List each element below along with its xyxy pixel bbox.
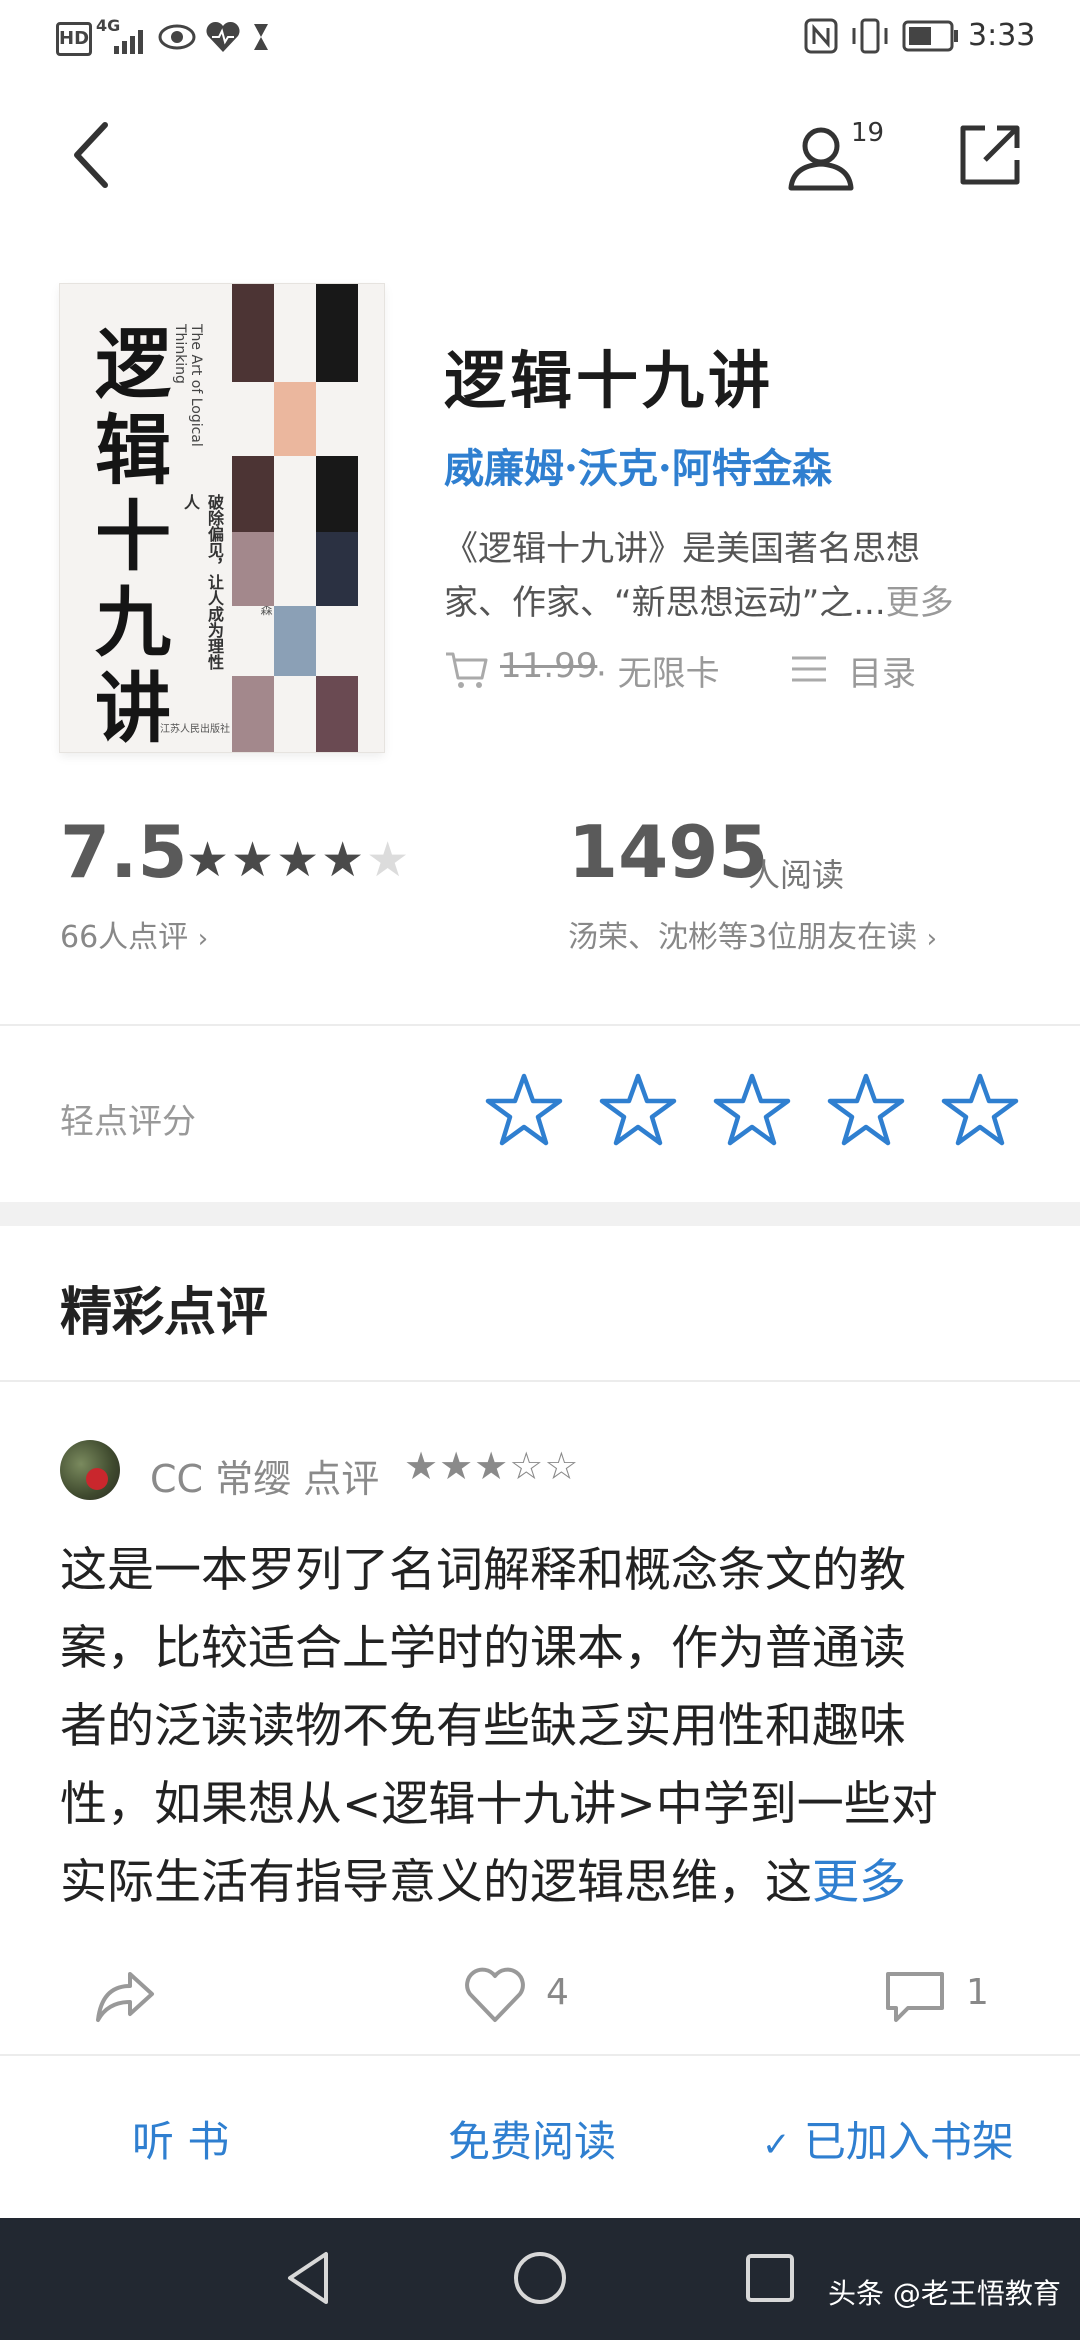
comment-count: 1	[966, 1972, 989, 2013]
shelf-button[interactable]: ✓ 已加入书架	[762, 2108, 1014, 2169]
hourglass-icon	[254, 24, 268, 50]
friends-reading-button[interactable]: 19	[785, 118, 885, 198]
rate-star-2-icon[interactable]	[598, 1070, 678, 1150]
description-more-link[interactable]: 更多	[886, 583, 954, 623]
star-filled-icon: ★	[186, 832, 232, 888]
review-line: 者的泛读读物不免有些缺乏实用性和趣味	[60, 1699, 906, 1754]
cover-block	[232, 456, 274, 532]
star-filled-icon: ★	[474, 1444, 510, 1488]
section-separator	[0, 1202, 1080, 1226]
tap-to-rate-label: 轻点评分	[60, 1102, 196, 1142]
cart-icon[interactable]	[444, 650, 488, 690]
share-icon[interactable]	[955, 120, 1025, 190]
friends-reading-link[interactable]: 汤荣、沈彬等3位朋友在读 ›	[568, 912, 937, 956]
chevron-right-icon: ›	[197, 924, 209, 954]
cover-title-char: 九	[95, 578, 171, 667]
free-read-button[interactable]: 免费阅读	[448, 2108, 616, 2169]
star-empty-icon: ☆	[544, 1444, 580, 1488]
star-filled-icon: ★	[404, 1444, 440, 1488]
cover-title-char: 十	[95, 492, 171, 581]
rating-stars: ★★★★★	[186, 832, 411, 888]
cover-publisher: 江苏人民出版社	[160, 724, 230, 735]
book-cover[interactable]: 逻 辑 十 九 讲 The Art of Logical Thinking 破除…	[60, 284, 384, 752]
description-line: 家、作家、“新思想运动”之...	[444, 583, 886, 623]
ratings-count-link[interactable]: 66人点评 ›	[60, 912, 208, 956]
review-line: 这是一本罗列了名词解释和概念条文的教	[60, 1543, 906, 1598]
review-more-link[interactable]: 更多	[812, 1855, 906, 1910]
review-line: 实际生活有指导意义的逻辑思维，这	[60, 1855, 812, 1910]
author-link[interactable]: 威廉姆·沃克·阿特金森	[444, 436, 832, 494]
cover-block	[316, 284, 358, 382]
star-filled-icon: ★	[231, 832, 277, 888]
cover-block	[316, 456, 358, 532]
readers-label: 人阅读	[748, 856, 845, 894]
nav-home-icon[interactable]	[510, 2248, 570, 2308]
cover-block	[232, 284, 274, 382]
share-review-icon[interactable]	[90, 1960, 160, 2030]
description-line: 《逻辑十九讲》是美国著名思想	[444, 529, 920, 569]
friends-count: 19	[851, 118, 885, 148]
eye-icon	[158, 24, 196, 50]
book-title: 逻辑十九讲	[444, 344, 775, 417]
divider	[0, 1024, 1080, 1026]
cover-block	[274, 606, 316, 676]
toc-link[interactable]: 目录	[848, 646, 916, 695]
review-line: 案，比较适合上学时的课本，作为普通读	[60, 1621, 906, 1676]
comment-icon[interactable]	[880, 1960, 950, 2030]
hd-icon: HD	[56, 22, 92, 56]
back-button[interactable]	[55, 115, 125, 195]
watermark: 头条 @老王悟教育	[828, 2277, 1061, 2310]
menu-icon[interactable]	[790, 654, 828, 684]
reviewer-line: CC 常缨 点评	[150, 1448, 379, 1503]
clock: 3:33	[968, 18, 1036, 53]
nav-back-icon[interactable]	[282, 2248, 338, 2308]
check-icon: ✓	[762, 2125, 791, 2165]
cover-block	[232, 676, 274, 752]
cover-block	[316, 676, 358, 752]
review-action-label: 点评	[303, 1457, 380, 1501]
battery-icon	[902, 20, 958, 52]
vibrate-icon	[852, 18, 888, 54]
star-filled-icon: ★	[276, 832, 322, 888]
listen-button[interactable]: 听 书	[132, 2108, 229, 2169]
readers-count: 1495	[568, 810, 769, 894]
rate-star-3-icon[interactable]	[712, 1070, 792, 1150]
shelf-label: 已加入书架	[803, 2117, 1014, 2166]
friends-reading-text: 汤荣、沈彬等3位朋友在读	[568, 920, 918, 955]
ratings-count: 66人点评	[60, 920, 189, 955]
signal-icon	[114, 30, 143, 54]
rate-star-4-icon[interactable]	[826, 1070, 906, 1150]
nav-recents-icon[interactable]	[742, 2250, 798, 2306]
book-description[interactable]: 《逻辑十九讲》是美国著名思想 家、作家、“新思想运动”之...更多	[444, 522, 1014, 630]
cover-english-title: The Art of Logical Thinking	[172, 324, 204, 447]
cover-subtitle: 破除偏见，让人成为理性人	[181, 494, 224, 670]
review-stars: ★★★☆☆	[404, 1444, 579, 1488]
price: 11.99	[500, 646, 598, 686]
chevron-right-icon: ›	[926, 924, 938, 954]
star-filled-icon: ★	[439, 1444, 475, 1488]
nfc-icon	[804, 18, 838, 54]
star-filled-icon: ★	[321, 832, 367, 888]
cover-block	[274, 382, 316, 456]
cover-block	[232, 532, 274, 606]
like-icon[interactable]	[460, 1960, 530, 2030]
avatar[interactable]	[60, 1440, 120, 1500]
star-empty-icon: ☆	[509, 1444, 545, 1488]
review-line: 性，如果想从<逻辑十九讲>中学到一些对	[60, 1777, 938, 1832]
cover-title-char: 讲	[95, 664, 171, 753]
reviews-section-title: 精彩点评	[60, 1282, 269, 1343]
like-count: 4	[546, 1972, 569, 2013]
rate-star-5-icon[interactable]	[940, 1070, 1020, 1150]
review-text[interactable]: 这是一本罗列了名词解释和概念条文的教 案，比较适合上学时的课本，作为普通读 者的…	[60, 1532, 1000, 1922]
heart-rate-icon	[206, 21, 240, 52]
rating-score: 7.5	[60, 810, 188, 894]
reviewer-name[interactable]: CC 常缨	[150, 1457, 291, 1501]
status-bar: HD 4G 3:33	[0, 0, 1080, 80]
divider	[0, 1380, 1080, 1382]
rate-star-1-icon[interactable]	[484, 1070, 564, 1150]
cover-block	[316, 532, 358, 606]
unlimited-card-label: · 无限卡	[596, 654, 720, 694]
star-empty-icon: ★	[366, 832, 412, 888]
